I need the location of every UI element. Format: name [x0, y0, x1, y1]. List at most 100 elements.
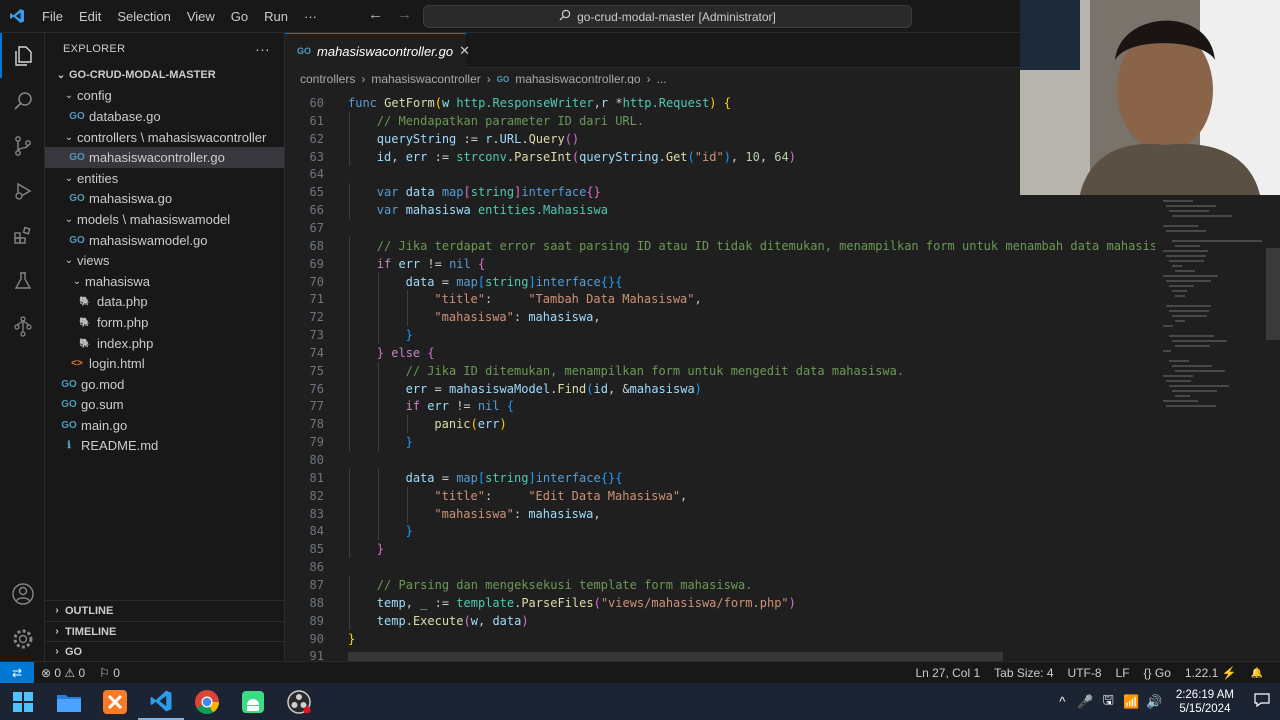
- minimap-line: [1169, 310, 1209, 312]
- microphone-icon[interactable]: 🎤: [1074, 694, 1097, 710]
- close-icon[interactable]: ✕: [459, 43, 470, 59]
- code-text: "mahasiswa": mahasiswa,: [434, 505, 600, 523]
- menu-item-selection[interactable]: Selection: [109, 0, 178, 33]
- chrome-icon[interactable]: [184, 683, 230, 720]
- search-icon[interactable]: [0, 78, 45, 123]
- wifi-icon[interactable]: 📶: [1120, 694, 1143, 710]
- menu-item-go[interactable]: Go: [223, 0, 256, 33]
- file-item[interactable]: GO mahasiswamodel.go: [45, 230, 284, 251]
- php-file-icon: 🐘: [79, 337, 91, 348]
- code-text: // Jika terdapat error saat parsing ID a…: [377, 237, 1155, 255]
- file-item[interactable]: GO main.go: [45, 415, 284, 436]
- file-item[interactable]: GO go.mod: [45, 374, 284, 395]
- indent-guide: [349, 504, 350, 523]
- outline-section[interactable]: › OUTLINE: [45, 600, 285, 620]
- code-token: "title": [434, 292, 485, 307]
- workspace-root[interactable]: ⌄ GO-CRUD-MODAL-MASTER: [45, 65, 284, 86]
- code-token: nil: [477, 399, 507, 414]
- problems-count[interactable]: ⊗ 0 ⚠ 0: [34, 666, 92, 680]
- code-token: interface: [535, 470, 601, 485]
- tab-size[interactable]: Tab Size: 4: [987, 666, 1060, 680]
- obs-studio-icon[interactable]: [276, 683, 322, 720]
- menu-item-run[interactable]: Run: [256, 0, 296, 33]
- settings-gear-icon[interactable]: [0, 616, 45, 661]
- chevron-up-icon[interactable]: ^: [1051, 694, 1074, 709]
- horizontal-scrollbar[interactable]: [348, 652, 1003, 661]
- back-arrow-icon[interactable]: ←: [368, 6, 383, 23]
- file-item[interactable]: 🐘 data.php: [45, 292, 284, 313]
- testing-icon[interactable]: [0, 258, 45, 303]
- menu-item-more[interactable]: ···: [296, 0, 325, 33]
- tree-item-label: go.sum: [81, 397, 124, 413]
- folder-item[interactable]: ⌄ mahasiswa: [45, 271, 284, 292]
- file-item[interactable]: <> login.html: [45, 353, 284, 374]
- nav-arrows: ← →: [368, 6, 412, 23]
- file-item[interactable]: GO mahasiswa.go: [45, 189, 284, 210]
- ports-count[interactable]: ⚐ 0: [92, 666, 127, 680]
- menu-item-file[interactable]: File: [34, 0, 71, 33]
- folder-item[interactable]: ⌄ config: [45, 86, 284, 107]
- folder-item[interactable]: ⌄ views: [45, 250, 284, 271]
- go-section[interactable]: › GO: [45, 641, 285, 661]
- line-number: 91: [309, 649, 324, 661]
- menu-item-edit[interactable]: Edit: [71, 0, 109, 33]
- go-version[interactable]: 1.22.1 ⚡: [1178, 666, 1244, 680]
- folder-item[interactable]: ⌄ controllers \ mahasiswacontroller: [45, 127, 284, 148]
- display-icon[interactable]: 🖫: [1097, 691, 1120, 713]
- indent-guide: [377, 290, 379, 309]
- volume-icon[interactable]: 🔊: [1143, 694, 1166, 710]
- indent-guide: [349, 183, 350, 202]
- php-file-icon: 🐘: [79, 316, 91, 327]
- file-item[interactable]: ℹ README.md: [45, 436, 284, 457]
- xampp-icon[interactable]: [92, 683, 138, 720]
- language-mode[interactable]: {} Go: [1137, 666, 1178, 680]
- go-label: GO: [65, 645, 83, 658]
- vertical-scrollbar[interactable]: [1266, 248, 1280, 340]
- code-token: w: [470, 613, 478, 628]
- folder-item[interactable]: ⌄ models \ mahasiswamodel: [45, 209, 284, 230]
- file-item[interactable]: GO go.sum: [45, 395, 284, 416]
- html-file-icon: <>: [71, 358, 83, 370]
- code-text: if err != nil {: [406, 397, 514, 415]
- android-studio-icon[interactable]: [230, 683, 276, 720]
- command-center[interactable]: go-crud-modal-master [Administrator]: [423, 5, 912, 28]
- notifications-bell-icon[interactable]: 🔔: [1244, 668, 1270, 679]
- indent-guide: [377, 272, 379, 291]
- end-of-line[interactable]: LF: [1109, 666, 1137, 680]
- line-number: 64: [309, 167, 324, 182]
- windows-start-icon[interactable]: [0, 683, 46, 720]
- run-debug-icon[interactable]: [0, 168, 45, 213]
- more-actions-icon[interactable]: ···: [255, 41, 270, 57]
- remote-explorer-icon[interactable]: [0, 303, 45, 348]
- file-item[interactable]: GO database.go: [45, 106, 284, 127]
- code-line: 90}: [285, 630, 1155, 648]
- minimap-line: [1163, 225, 1198, 227]
- encoding[interactable]: UTF-8: [1061, 666, 1109, 680]
- forward-arrow-icon[interactable]: →: [397, 6, 412, 23]
- clock-date: 5/15/2024: [1179, 702, 1231, 715]
- taskbar-clock[interactable]: 2:26:19 AM 5/15/2024: [1166, 688, 1244, 716]
- code-token: {}: [600, 470, 616, 485]
- code-token: mahasiswaModel: [448, 381, 551, 396]
- file-item[interactable]: GO mahasiswacontroller.go: [45, 147, 284, 168]
- file-item[interactable]: 🐘 index.php: [45, 333, 284, 354]
- minimap-line: [1166, 255, 1206, 257]
- folder-item[interactable]: ⌄ entities: [45, 168, 284, 189]
- tab-mahasiswacontroller[interactable]: GO mahasiswacontroller.go ✕: [285, 33, 470, 68]
- code-token: }: [376, 345, 392, 360]
- menu-item-view[interactable]: View: [179, 0, 223, 33]
- cursor-position[interactable]: Ln 27, Col 1: [908, 666, 987, 680]
- remote-indicator[interactable]: ⇄: [0, 661, 34, 684]
- timeline-section[interactable]: › TIMELINE: [45, 621, 285, 641]
- vscode-taskbar-icon[interactable]: [138, 683, 184, 720]
- file-explorer-icon[interactable]: [46, 683, 92, 720]
- extensions-icon[interactable]: [0, 213, 45, 258]
- source-control-icon[interactable]: [0, 123, 45, 168]
- line-number: 71: [309, 292, 324, 307]
- notification-center-icon[interactable]: [1244, 692, 1280, 711]
- file-item[interactable]: 🐘 form.php: [45, 312, 284, 333]
- indent-guide: [377, 379, 379, 398]
- account-icon[interactable]: [0, 571, 45, 616]
- minimap[interactable]: [1155, 194, 1265, 661]
- explorer-icon[interactable]: [0, 33, 45, 78]
